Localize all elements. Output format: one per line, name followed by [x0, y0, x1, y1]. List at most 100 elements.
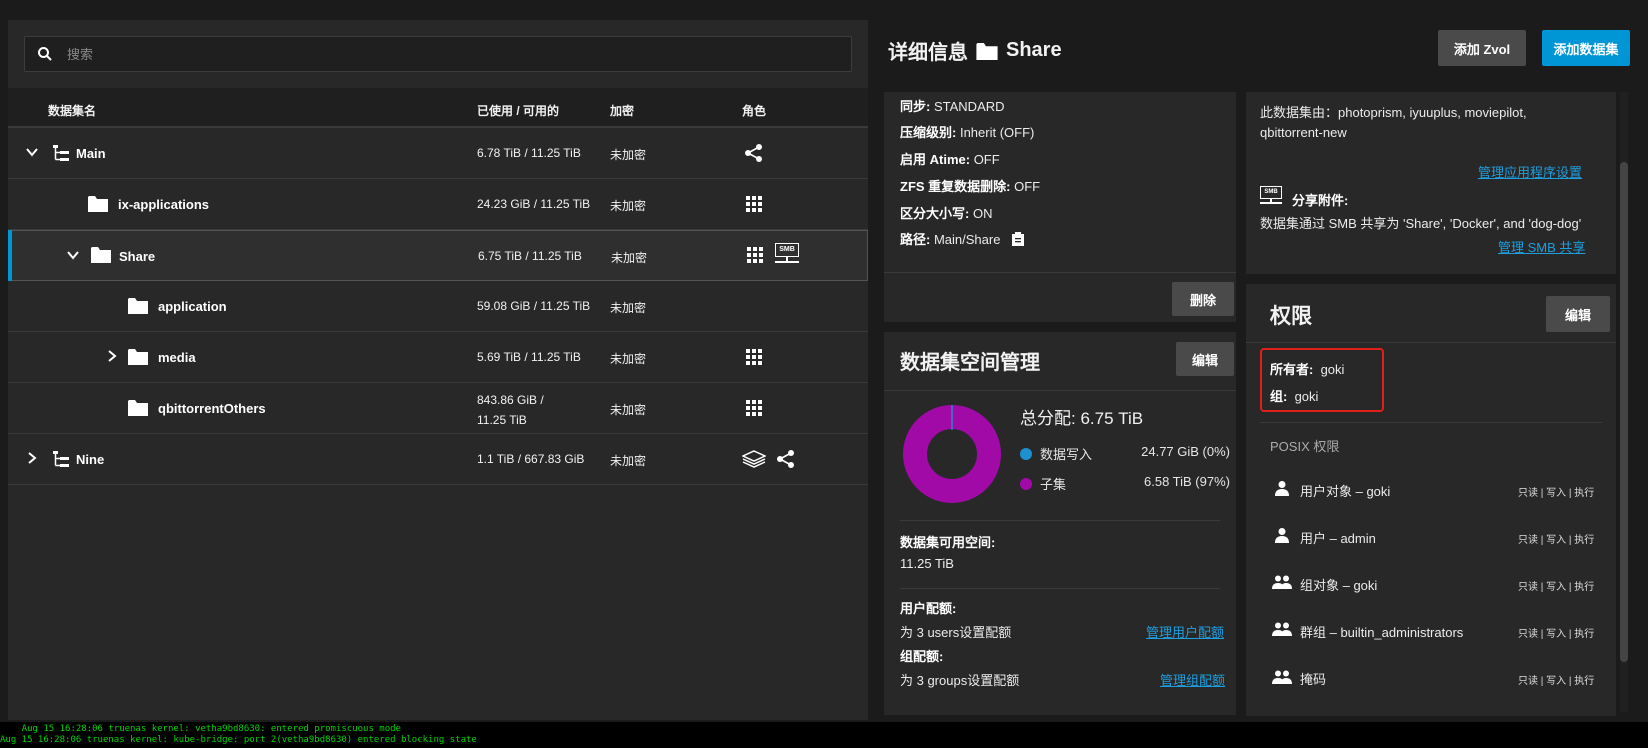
add-zvol-button[interactable]: 添加 Zvol: [1438, 30, 1526, 66]
pool-tree-icon: [53, 145, 69, 161]
table-row-nine[interactable]: Nine 1.1 TiB / 667.83 GiB 未加密: [8, 434, 868, 485]
dataset-encryption: 未加密: [610, 352, 647, 366]
acl-entry-name: 群组 – builtin_administrators: [1300, 625, 1464, 640]
group-icon: [1272, 575, 1292, 589]
table-row-qbittorrentOthers[interactable]: qbittorrentOthers 843.86 GiB / 11.25 TiB…: [8, 383, 868, 434]
atime-row: 启用 Atime: OFF: [900, 152, 1000, 167]
pool-tree-icon: [53, 451, 69, 467]
dataset-used: 5.69 TiB / 11.25 TiB: [477, 350, 581, 364]
dataset-used: 59.08 GiB / 11.25 TiB: [477, 299, 591, 313]
table-row-share[interactable]: Share 6.75 TiB / 11.25 TiB 未加密 SMB: [8, 230, 868, 281]
acl-entry-name: 用户 – admin: [1300, 531, 1376, 546]
dataset-name: media: [158, 350, 196, 365]
acl-entry-perm: 只读 | 写入 | 执行: [1518, 582, 1595, 593]
acl-entry-perm: 只读 | 写入 | 执行: [1518, 629, 1595, 640]
permissions-edit-button[interactable]: 编辑: [1546, 296, 1610, 332]
manage-apps-link[interactable]: 管理应用程序设置: [1478, 162, 1582, 181]
apps-grid-icon: [747, 247, 763, 263]
table-row-application[interactable]: application 59.08 GiB / 11.25 TiB 未加密: [8, 281, 868, 332]
group-icon: [1272, 622, 1292, 636]
details-scrollbar[interactable]: [1620, 92, 1628, 712]
smb-share-icon: SMB: [775, 243, 801, 269]
dataset-used: 6.75 TiB / 11.25 TiB: [478, 249, 582, 263]
console-line: Aug 15 16:28:06 truenas kernel: vetha9bd…: [0, 724, 401, 734]
dataset-used: 24.23 GiB / 11.25 TiB: [477, 197, 591, 211]
chevron-right-icon[interactable]: [24, 450, 40, 466]
acl-entry-perm: 只读 | 写入 | 执行: [1518, 488, 1595, 499]
col-name-header[interactable]: 数据集名: [48, 102, 96, 119]
allocation-donut-chart: [903, 405, 1001, 503]
dataset-name: Main: [76, 146, 106, 161]
user-icon: [1275, 528, 1289, 543]
delete-button[interactable]: 删除: [1172, 282, 1234, 316]
path-row: 路径: Main/Share: [900, 229, 1025, 248]
table-row-main[interactable]: Main 6.78 TiB / 11.25 TiB 未加密: [8, 128, 868, 179]
dedup-row: ZFS 重复数据删除: OFF: [900, 179, 1041, 194]
smb-share-icon: SMB: [1260, 186, 1284, 208]
search-box[interactable]: [24, 36, 852, 72]
apps-share-card: 此数据集由：photoprism, iyuuplus, moviepilot, …: [1246, 92, 1616, 274]
acl-entry-name: 组对象 – goki: [1300, 578, 1378, 593]
used-by-apps-2: qbittorrent-new: [1260, 125, 1347, 140]
group-icon: [1272, 670, 1292, 684]
title-prefix: 详细信息: [888, 42, 968, 64]
col-used-header[interactable]: 已使用 / 可用的: [477, 102, 559, 119]
search-icon: [38, 47, 52, 61]
dataset-name: Share: [119, 249, 156, 264]
apps-grid-icon: [746, 349, 762, 365]
kernel-console: Aug 15 16:28:06 truenas kernel: vetha9bd…: [0, 722, 1648, 748]
available-space-value: 11.25 TiB: [900, 556, 954, 571]
smb-description: 数据集通过 SMB 共享为 'Share', 'Docker', and 'do…: [1260, 216, 1582, 231]
manage-smb-link[interactable]: 管理 SMB 共享: [1498, 237, 1585, 256]
divider: [1246, 342, 1616, 343]
title-dataset-name: Share: [1006, 39, 1062, 61]
folder-icon: [91, 247, 111, 263]
user-quota-value: 为 3 users设置配额: [900, 625, 1012, 640]
col-enc-header[interactable]: 加密: [610, 102, 634, 119]
scrollbar-thumb[interactable]: [1620, 162, 1628, 662]
dataset-encryption: 未加密: [610, 454, 647, 468]
details-card: 同步: STANDARD 压缩级别: Inherit (OFF) 启用 Atim…: [884, 92, 1236, 322]
layers-icon: [742, 450, 766, 468]
acl-entry-perm: 只读 | 写入 | 执行: [1518, 535, 1595, 546]
used-by-apps: 此数据集由：photoprism, iyuuplus, moviepilot,: [1260, 105, 1527, 120]
space-management-card: 数据集空间管理 编辑 总分配: 6.75 TiB 数据写入 24.77 GiB …: [884, 332, 1236, 715]
search-bar: [8, 20, 868, 88]
search-input[interactable]: [67, 37, 827, 71]
add-dataset-button[interactable]: 添加数据集: [1542, 30, 1630, 66]
apps-grid-icon: [746, 196, 762, 212]
space-edit-button[interactable]: 编辑: [1176, 342, 1234, 376]
legend-children: 子集 6.58 TiB (97%): [1020, 474, 1230, 493]
dataset-encryption: 未加密: [610, 403, 647, 417]
case-sensitivity-row: 区分大小写: ON: [900, 206, 993, 221]
dataset-used-line2: 11.25 TiB: [477, 413, 527, 427]
apps-grid-icon: [746, 400, 762, 416]
chevron-right-icon[interactable]: [104, 348, 120, 364]
table-row-media[interactable]: media 5.69 TiB / 11.25 TiB 未加密: [8, 332, 868, 383]
divider: [1260, 422, 1602, 423]
space-title: 数据集空间管理: [900, 352, 1040, 374]
table-row-ix-applications[interactable]: ix-applications 24.23 GiB / 11.25 TiB 未加…: [8, 179, 868, 230]
acl-entry-name: 掩码: [1300, 672, 1327, 687]
folder-icon: [128, 349, 148, 365]
manage-user-quota-link[interactable]: 管理用户配额: [1146, 622, 1224, 641]
chevron-down-icon[interactable]: [24, 144, 40, 160]
share-icon: [777, 450, 794, 468]
clipboard-icon[interactable]: [1012, 232, 1025, 246]
folder-icon: [128, 400, 148, 416]
dataset-used: 6.78 TiB / 11.25 TiB: [477, 146, 581, 160]
legend-dot: [1020, 448, 1032, 460]
smb-badge: SMB: [775, 243, 799, 257]
group-quota-value: 为 3 groups设置配额: [900, 673, 1020, 688]
user-icon: [1275, 481, 1289, 496]
folder-icon: [976, 42, 998, 60]
table-header: 数据集名 已使用 / 可用的 加密 角色: [8, 88, 868, 128]
permissions-card: 权限 编辑 所有者: goki 组: goki POSIX 权限: [1246, 284, 1616, 716]
col-role-header[interactable]: 角色: [742, 102, 766, 119]
group-row: 组: goki: [1270, 389, 1319, 404]
folder-icon: [88, 196, 108, 212]
dataset-encryption: 未加密: [610, 199, 647, 213]
dataset-name: application: [158, 299, 227, 314]
manage-group-quota-link[interactable]: 管理组配额: [1160, 670, 1225, 689]
chevron-down-icon[interactable]: [65, 247, 81, 263]
